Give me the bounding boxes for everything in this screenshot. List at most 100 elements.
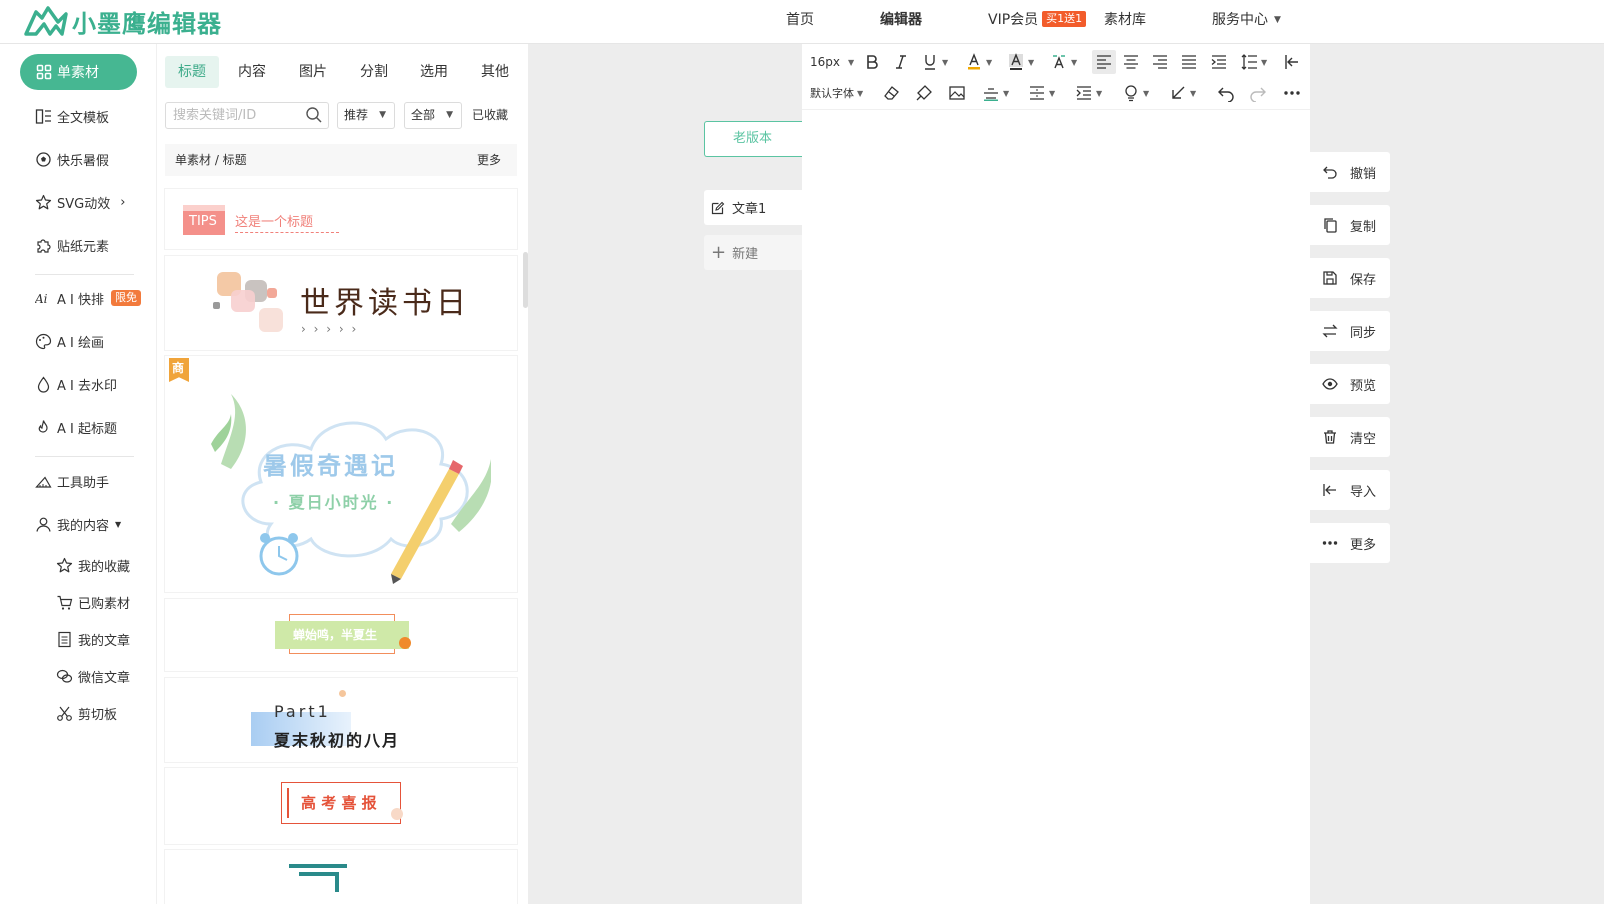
logo-text: 小墨鹰编辑器 xyxy=(72,9,222,38)
sidebar-label: 贴纸元素 xyxy=(57,239,110,255)
sidebar-label: 微信文章 xyxy=(78,670,131,686)
sidebar-item-single-material[interactable]: 单素材 xyxy=(20,54,137,90)
material-card[interactable]: 蝉始鸣，半夏生 xyxy=(165,599,517,671)
tab-image[interactable]: 图片 xyxy=(288,56,338,88)
nav-material-library[interactable]: 素材库 xyxy=(1104,0,1146,44)
tab-content[interactable]: 内容 xyxy=(227,56,277,88)
article-tab[interactable]: 文章1 xyxy=(704,190,802,225)
exit-button[interactable] xyxy=(1283,50,1301,74)
sort-dropdown[interactable]: 推荐 ▼ xyxy=(337,102,395,129)
tab-title[interactable]: 标题 xyxy=(165,56,219,88)
sidebar-item-ai-title[interactable]: A I 起标题 xyxy=(35,415,117,439)
import-action-button[interactable]: 导入 xyxy=(1310,470,1390,510)
text-effect-button[interactable]: ▼ xyxy=(1050,50,1077,74)
sidebar-item-my-favorites[interactable]: 我的收藏 xyxy=(56,553,130,577)
logo[interactable]: 小墨鹰编辑器 xyxy=(22,3,222,39)
paragraph-spacing-button[interactable]: ▼ xyxy=(1028,81,1055,105)
sidebar-item-clipboard[interactable]: 剪切板 xyxy=(56,701,117,725)
favorites-filter[interactable]: 已收藏 xyxy=(472,102,508,129)
align-right-button[interactable] xyxy=(1151,50,1169,74)
nav-vip-label: VIP会员 xyxy=(988,12,1039,28)
more-link[interactable]: 更多 xyxy=(477,144,501,176)
redo-button[interactable] xyxy=(1249,81,1267,105)
underline-button[interactable]: ▼ xyxy=(921,50,948,74)
indent-button[interactable] xyxy=(1210,50,1228,74)
font-color-button[interactable]: ▼ xyxy=(965,50,992,74)
sidebar-item-ai-watermark[interactable]: A I 去水印 xyxy=(35,372,117,396)
scope-dropdown[interactable]: 全部 ▼ xyxy=(404,102,462,129)
nav-home[interactable]: 首页 xyxy=(786,0,814,44)
search-icon[interactable] xyxy=(305,106,323,124)
palette-icon xyxy=(35,333,52,349)
align-center-button[interactable] xyxy=(1122,50,1140,74)
insert-image-button[interactable] xyxy=(948,81,966,105)
material-card[interactable]: TIPS 这是一个标题 xyxy=(165,189,517,249)
text-effect-icon xyxy=(1053,55,1065,69)
material-card[interactable] xyxy=(165,850,517,904)
sync-action-button[interactable]: 同步 xyxy=(1310,311,1390,351)
tab-other[interactable]: 其他 xyxy=(470,56,520,88)
sidebar-item-my-articles[interactable]: 我的文章 xyxy=(56,627,130,651)
line-height-button[interactable]: ▼ xyxy=(1240,50,1267,74)
bold-button[interactable] xyxy=(863,50,881,74)
more-action-button[interactable]: 更多 xyxy=(1310,523,1390,563)
material-card[interactable]: 商 暑假奇遇记 · 夏日小时光 · xyxy=(165,356,517,592)
sidebar-label: A I 起标题 xyxy=(57,421,117,437)
panel-scrollbar[interactable] xyxy=(523,252,528,308)
sidebar-divider xyxy=(35,274,134,275)
old-version-button[interactable]: 老版本 xyxy=(704,121,802,157)
sidebar-label: 快乐暑假 xyxy=(57,153,110,169)
save-action-button[interactable]: 保存 xyxy=(1310,258,1390,298)
edit-icon xyxy=(711,201,725,214)
undo-button[interactable] xyxy=(1217,81,1235,105)
format-painter-button[interactable] xyxy=(915,81,933,105)
sidebar-item-full-template[interactable]: 全文模板 xyxy=(35,104,109,128)
nav-service-center[interactable]: 服务中心 ▼ xyxy=(1212,0,1281,44)
tab-selected[interactable]: 选用 xyxy=(409,56,459,88)
material-card[interactable]: 高 考 喜 报 xyxy=(165,768,517,844)
tips-title-text: 这是一个标题 xyxy=(235,211,339,233)
font-family-dropdown[interactable]: 默认字体 ▼ xyxy=(810,81,863,105)
material-card[interactable]: 世界读书日 › › › › › xyxy=(165,256,517,350)
more-tools-button[interactable] xyxy=(1283,81,1301,105)
sidebar-item-purchased[interactable]: 已购素材 xyxy=(56,590,130,614)
clear-action-button[interactable]: 清空 xyxy=(1310,417,1390,457)
sidebar-item-svg-animation[interactable]: SVG动效 › xyxy=(35,190,125,214)
italic-button[interactable] xyxy=(892,50,910,74)
emoji-button[interactable]: ▼ xyxy=(1122,81,1149,105)
sidebar-item-tools[interactable]: 工具助手 xyxy=(35,469,109,493)
highlight-button[interactable]: ▼ xyxy=(1007,50,1034,74)
sync-icon xyxy=(1322,324,1338,338)
chevron-down-icon: ▼ xyxy=(848,57,855,67)
copy-action-button[interactable]: 复制 xyxy=(1310,205,1390,245)
preview-action-button[interactable]: 预览 xyxy=(1310,364,1390,404)
green-banner-text: 蝉始鸣，半夏生 xyxy=(293,628,378,642)
material-card[interactable]: Part1 夏末秋初的八月 xyxy=(165,678,517,762)
sidebar-item-ai-drawing[interactable]: A I 绘画 xyxy=(35,329,104,353)
sidebar-item-summer[interactable]: 快乐暑假 xyxy=(35,147,109,171)
summer-title-text: 暑假奇遇记 xyxy=(263,452,398,480)
new-article-button[interactable]: + 新建 xyxy=(704,235,802,270)
nav-editor[interactable]: 编辑器 xyxy=(880,0,922,44)
sidebar-item-my-content[interactable]: 我的内容 ▼ xyxy=(35,512,121,536)
divider-line-button[interactable]: ▼ xyxy=(982,81,1009,105)
sidebar-item-ai-layout[interactable]: Ai A I 快排 限免 xyxy=(35,286,141,310)
flame-icon xyxy=(38,419,48,433)
editor-canvas[interactable]: 16px ▼ ▼ ▼ ▼ ▼ ▼ 默认字体 ▼ ▼ ▼ ▼ ▼ ▼ xyxy=(802,44,1310,904)
align-left-button[interactable] xyxy=(1092,50,1116,74)
import-icon xyxy=(1323,484,1336,496)
arrow-tool-button[interactable]: ▼ xyxy=(1169,81,1196,105)
justify-button[interactable] xyxy=(1180,50,1198,74)
vip-promo-badge: 买1送1 xyxy=(1042,11,1087,27)
sidebar-item-stickers[interactable]: 贴纸元素 xyxy=(35,233,109,257)
sidebar-item-wechat-articles[interactable]: 微信文章 xyxy=(56,664,130,688)
wechat-icon xyxy=(56,669,73,683)
tab-divider[interactable]: 分割 xyxy=(349,56,399,88)
clear-format-button[interactable] xyxy=(883,81,901,105)
undo-action-button[interactable]: 撤销 xyxy=(1310,152,1390,192)
font-size-dropdown[interactable]: 16px ▼ xyxy=(810,50,854,74)
save-icon xyxy=(1323,271,1337,285)
chevron-down-icon: ▼ xyxy=(115,519,122,529)
first-line-indent-button[interactable]: ▼ xyxy=(1075,81,1102,105)
nav-vip[interactable]: VIP会员 买1送1 xyxy=(988,0,1087,44)
